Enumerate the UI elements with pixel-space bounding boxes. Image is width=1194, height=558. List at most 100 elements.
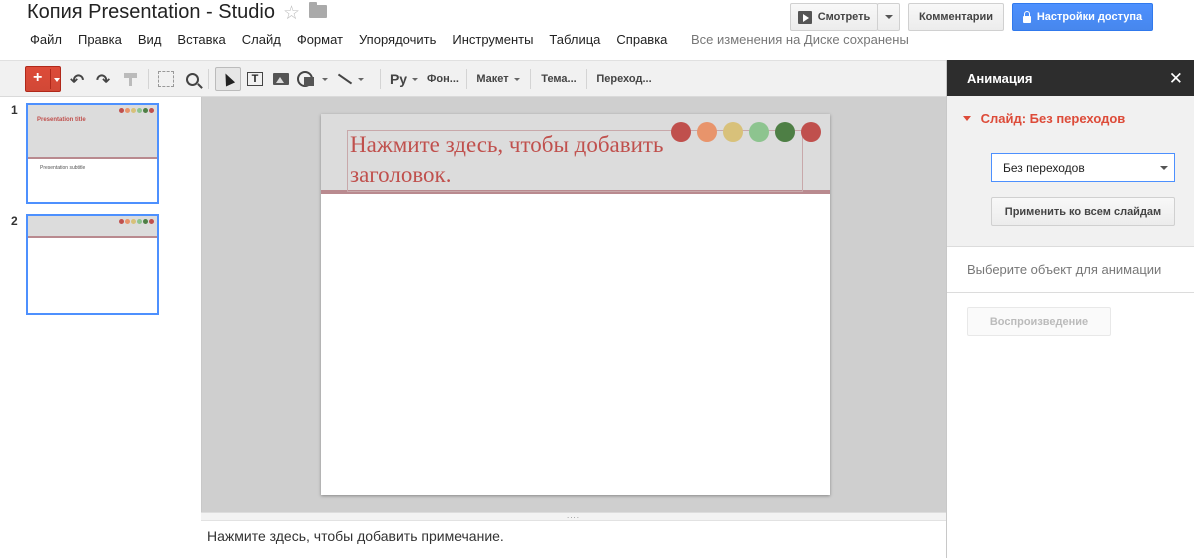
chevron-down-icon <box>513 77 520 81</box>
transition-select-value: Без переходов <box>1003 161 1085 175</box>
slide-filmstrip: 1 Presentation title Presentation subtit… <box>0 97 201 558</box>
toolbar-separator <box>530 69 531 89</box>
menu-format[interactable]: Формат <box>297 32 343 50</box>
thumbnail-dots <box>118 108 154 113</box>
current-slide[interactable]: Нажмите здесь, чтобы добавить заголовок. <box>321 114 830 495</box>
play-button[interactable]: Воспроизведение <box>967 307 1111 336</box>
zoom-button[interactable] <box>182 67 202 91</box>
shape-icon <box>296 71 317 87</box>
app-header: Копия Presentation - Studio ☆ Файл Правк… <box>0 0 1194 60</box>
slide-transition-section: Слайд: Без переходов Без переходов Приме… <box>947 96 1194 247</box>
input-tools-button[interactable]: Ру <box>389 67 419 91</box>
redo-button[interactable]: ↷ <box>94 67 114 91</box>
layout-label: Макет <box>476 73 509 85</box>
undo-button[interactable]: ↶ <box>68 67 88 91</box>
redo-icon: ↷ <box>96 71 111 90</box>
title-placeholder-text[interactable]: Нажмите здесь, чтобы добавить заголовок. <box>350 130 710 190</box>
background-button[interactable]: Фон... <box>424 67 462 91</box>
share-label: Настройки доступа <box>1036 11 1143 23</box>
menu-bar: Файл Правка Вид Вставка Слайд Формат Упо… <box>30 32 683 50</box>
chevron-down-icon <box>963 116 971 121</box>
line-tool-button[interactable] <box>334 67 366 91</box>
menu-edit[interactable]: Правка <box>78 32 122 50</box>
chevron-down-icon <box>884 15 893 19</box>
new-slide-divider <box>50 69 51 89</box>
select-tool-button[interactable] <box>215 67 241 91</box>
present-dropdown-button[interactable] <box>877 3 900 31</box>
thumbnail-subtitle: Presentation subtitle <box>40 165 86 171</box>
menu-arrange[interactable]: Упорядочить <box>359 32 436 50</box>
decorative-dot-6 <box>801 122 821 142</box>
theme-button[interactable]: Тема... <box>538 67 580 91</box>
lock-icon <box>1022 10 1031 23</box>
toolbar-separator <box>208 69 209 89</box>
chevron-down-icon[interactable] <box>54 78 60 82</box>
paint-format-button[interactable] <box>122 67 140 91</box>
present-button[interactable]: Смотреть <box>790 3 878 31</box>
fit-to-screen-icon <box>158 71 174 87</box>
toolbar-separator <box>466 69 467 89</box>
slide-number: 2 <box>11 214 18 228</box>
undo-icon: ↶ <box>70 71 85 90</box>
share-button[interactable]: Настройки доступа <box>1012 3 1153 31</box>
slide-transition-label: Слайд: Без переходов <box>980 111 1126 126</box>
decorative-dot-4 <box>749 122 769 142</box>
close-icon[interactable]: ✕ <box>1169 69 1183 89</box>
textbox-tool-button[interactable]: T <box>244 67 266 91</box>
decorative-dot-3 <box>723 122 743 142</box>
select-object-hint: Выберите объект для анимации <box>967 262 1162 277</box>
plus-icon: + <box>33 69 43 86</box>
panel-divider <box>947 292 1194 293</box>
zoom-icon <box>185 72 199 86</box>
decorative-dot-1 <box>671 122 691 142</box>
line-icon <box>337 73 352 85</box>
slide-transition-toggle[interactable]: Слайд: Без переходов <box>963 111 1125 126</box>
menu-file[interactable]: Файл <box>30 32 62 50</box>
menu-help[interactable]: Справка <box>616 32 667 50</box>
save-status: Все изменения на Диске сохранены <box>691 32 909 47</box>
slide-canvas-area: Нажмите здесь, чтобы добавить заголовок. <box>201 97 946 512</box>
chevron-down-icon <box>321 77 328 81</box>
notes-resize-handle[interactable]: .... <box>201 512 946 520</box>
chevron-down-icon <box>357 77 364 81</box>
toolbar-separator <box>380 69 381 89</box>
decorative-dot-5 <box>775 122 795 142</box>
thumbnail-header <box>28 105 157 159</box>
star-icon[interactable]: ☆ <box>283 2 300 25</box>
toolbar-separator <box>148 69 149 89</box>
decorative-dot-2 <box>697 122 717 142</box>
decorative-dots <box>671 122 827 142</box>
animation-panel-title: Анимация <box>967 71 1033 86</box>
transition-select[interactable]: Без переходов <box>991 153 1175 182</box>
new-slide-button[interactable]: + <box>25 66 61 92</box>
image-tool-button[interactable] <box>270 67 292 91</box>
paint-roller-icon <box>124 72 138 86</box>
menu-slide[interactable]: Слайд <box>242 32 281 50</box>
menu-view[interactable]: Вид <box>138 32 162 50</box>
speaker-notes-input[interactable]: Нажмите здесь, чтобы добавить примечание… <box>201 520 946 558</box>
play-icon <box>797 10 812 24</box>
menu-table[interactable]: Таблица <box>549 32 600 50</box>
animation-panel-header: Анимация ✕ <box>947 60 1194 96</box>
cursor-icon <box>220 71 236 87</box>
textbox-icon: T <box>247 72 263 86</box>
slide-thumbnail-2[interactable] <box>26 214 159 315</box>
animation-panel: Анимация ✕ Слайд: Без переходов Без пере… <box>946 60 1194 558</box>
shape-tool-button[interactable] <box>295 67 329 91</box>
apply-to-all-button[interactable]: Применить ко всем слайдам <box>991 197 1175 226</box>
image-icon <box>273 73 289 85</box>
menu-tools[interactable]: Инструменты <box>452 32 533 50</box>
comments-button[interactable]: Комментарии <box>908 3 1004 31</box>
input-tools-label: Ру <box>389 71 408 87</box>
slide-thumbnail-1[interactable]: Presentation title Presentation subtitle <box>26 103 159 204</box>
toolbar-separator <box>586 69 587 89</box>
layout-button[interactable]: Макет <box>474 67 522 91</box>
fit-button[interactable] <box>156 67 176 91</box>
transition-button[interactable]: Переход... <box>593 67 655 91</box>
thumbnail-dots <box>118 219 154 224</box>
document-title[interactable]: Копия Presentation - Studio <box>27 1 275 24</box>
slide-number: 1 <box>11 103 18 117</box>
menu-insert[interactable]: Вставка <box>177 32 225 50</box>
thumbnail-title: Presentation title <box>37 117 86 123</box>
folder-icon[interactable] <box>309 2 327 18</box>
